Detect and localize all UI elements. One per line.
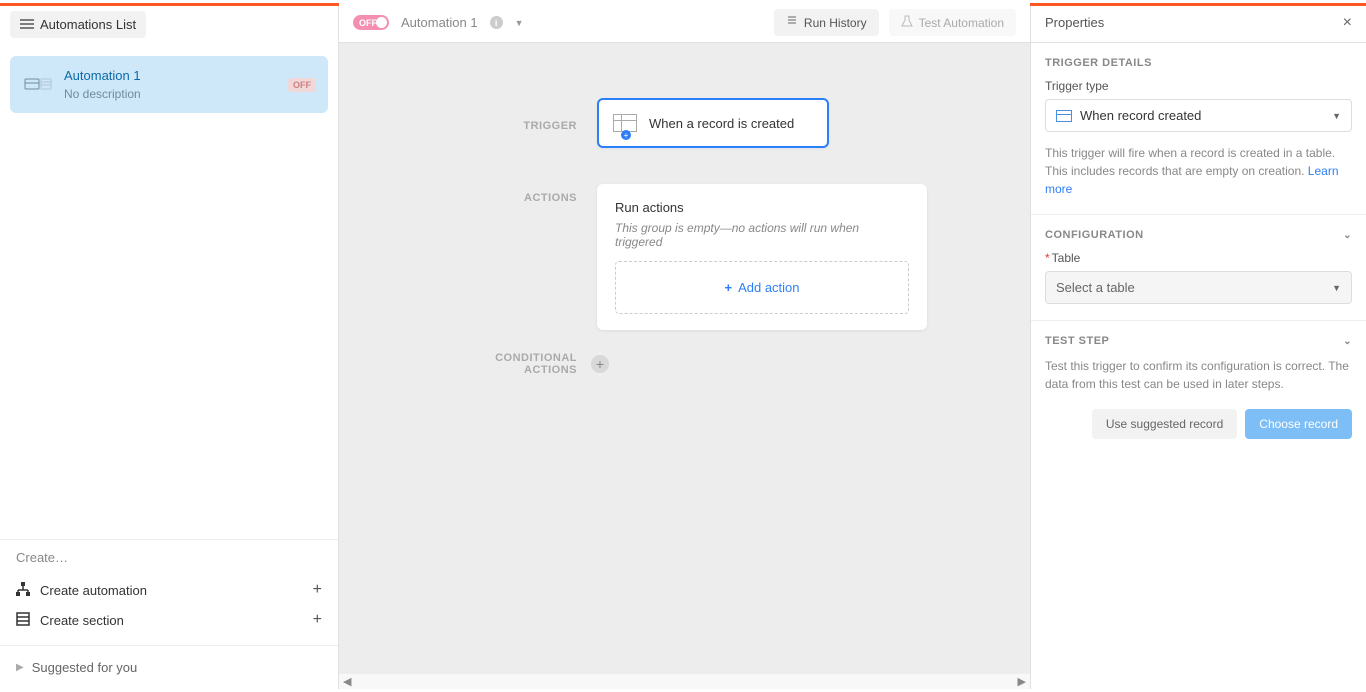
trigger-type-value: When record created: [1080, 108, 1201, 123]
sidebar-footer: Create… Create automation + Create secti…: [0, 539, 338, 645]
run-history-button[interactable]: Run History: [774, 9, 879, 36]
plus-icon: +: [313, 581, 322, 599]
actions-card-desc: This group is empty—no actions will run …: [615, 221, 909, 249]
caret-right-icon: ▶: [16, 662, 24, 673]
create-automation-button[interactable]: Create automation +: [16, 575, 322, 605]
test-automation-label: Test Automation: [919, 16, 1004, 30]
sidebar: Automations List Automation 1 No descrip…: [0, 3, 339, 689]
automation-item[interactable]: Automation 1 No description OFF: [10, 56, 328, 113]
configuration-label-row: CONFIGURATION ⌄: [1045, 229, 1352, 241]
properties-header: Properties ×: [1031, 3, 1366, 43]
add-action-button[interactable]: + Add action: [615, 261, 909, 314]
automation-toggle[interactable]: OFF: [353, 15, 389, 30]
properties-panel: Properties × TRIGGER DETAILS Trigger typ…: [1030, 3, 1366, 689]
suggested-button[interactable]: ▶ Suggested for you: [0, 645, 338, 689]
suggested-label: Suggested for you: [32, 660, 138, 675]
create-section-button[interactable]: Create section +: [16, 605, 322, 635]
configuration-label: CONFIGURATION: [1045, 229, 1144, 241]
properties-title: Properties: [1045, 15, 1104, 30]
flow-area: TRIGGER + When a record is created ACTIO…: [339, 43, 1030, 689]
actions-label: ACTIONS: [459, 184, 577, 204]
conditional-label: CONDITIONAL ACTIONS: [459, 352, 577, 376]
automation-item-title: Automation 1: [64, 68, 141, 83]
automation-stacked-icons: [24, 76, 52, 94]
test-buttons-row: Use suggested record Choose record: [1045, 409, 1352, 439]
test-step-label: TEST STEP: [1045, 335, 1109, 347]
info-icon[interactable]: i: [490, 16, 503, 29]
trigger-card-text: When a record is created: [649, 116, 794, 131]
test-step-label-row: TEST STEP ⌄: [1045, 335, 1352, 347]
trigger-help-text: This trigger will fire when a record is …: [1045, 144, 1352, 198]
flask-icon: [901, 15, 913, 30]
create-label: Create…: [16, 550, 322, 565]
automations-list-button[interactable]: Automations List: [10, 11, 146, 38]
section-icon: [16, 612, 30, 629]
run-history-label: Run History: [804, 16, 867, 30]
chevron-down-icon[interactable]: ⌄: [1343, 336, 1352, 347]
test-automation-button[interactable]: Test Automation: [889, 9, 1016, 36]
table-select[interactable]: Select a table ▼: [1045, 271, 1352, 304]
sidebar-title: Automations List: [40, 17, 136, 32]
use-suggested-record-button[interactable]: Use suggested record: [1092, 409, 1237, 439]
close-icon[interactable]: ×: [1343, 14, 1352, 32]
add-action-label: Add action: [738, 280, 799, 295]
caret-down-icon[interactable]: ▼: [515, 18, 524, 28]
canvas-header: OFF Automation 1 i ▼ Run History Test Au…: [339, 3, 1030, 43]
create-automation-label: Create automation: [40, 583, 147, 598]
actions-card-title: Run actions: [615, 200, 909, 215]
trigger-help-body: This trigger will fire when a record is …: [1045, 146, 1335, 178]
table-icon: [1056, 110, 1072, 122]
trigger-card[interactable]: + When a record is created: [597, 98, 829, 148]
plus-badge-icon: +: [621, 130, 631, 140]
trigger-label: TRIGGER: [459, 98, 577, 132]
horizontal-scrollbar[interactable]: ◀ ▶: [339, 673, 1030, 689]
automation-item-desc: No description: [64, 87, 141, 101]
divider: [1031, 214, 1366, 215]
choose-record-button[interactable]: Choose record: [1245, 409, 1352, 439]
sidebar-header: Automations List: [0, 3, 338, 46]
trigger-details-label: TRIGGER DETAILS: [1045, 57, 1352, 69]
table-label-text: Table: [1052, 251, 1081, 265]
hamburger-icon: [20, 17, 34, 32]
automation-name[interactable]: Automation 1: [401, 15, 478, 30]
trigger-type-select[interactable]: When record created ▼: [1045, 99, 1352, 132]
sitemap-icon: [16, 582, 30, 599]
test-help-text: Test this trigger to confirm its configu…: [1045, 357, 1352, 393]
history-icon: [786, 15, 798, 30]
create-section-label: Create section: [40, 613, 124, 628]
add-conditional-button[interactable]: +: [591, 355, 609, 373]
toggle-label: OFF: [359, 18, 377, 28]
plus-icon: +: [724, 280, 732, 295]
table-field-label: *Table: [1045, 251, 1352, 265]
divider: [1031, 320, 1366, 321]
caret-down-icon: ▼: [1332, 111, 1341, 121]
automation-item-badge: OFF: [288, 78, 316, 92]
actions-card: Run actions This group is empty—no actio…: [597, 184, 927, 330]
chevron-down-icon[interactable]: ⌄: [1343, 230, 1352, 241]
caret-down-icon: ▼: [1332, 283, 1341, 293]
scroll-right-icon[interactable]: ▶: [1018, 675, 1026, 688]
table-select-placeholder: Select a table: [1056, 280, 1135, 295]
automation-list: Automation 1 No description OFF: [0, 46, 338, 539]
canvas: OFF Automation 1 i ▼ Run History Test Au…: [339, 3, 1030, 689]
plus-icon: +: [313, 611, 322, 629]
trigger-type-label: Trigger type: [1045, 79, 1352, 93]
scroll-left-icon[interactable]: ◀: [343, 675, 351, 688]
